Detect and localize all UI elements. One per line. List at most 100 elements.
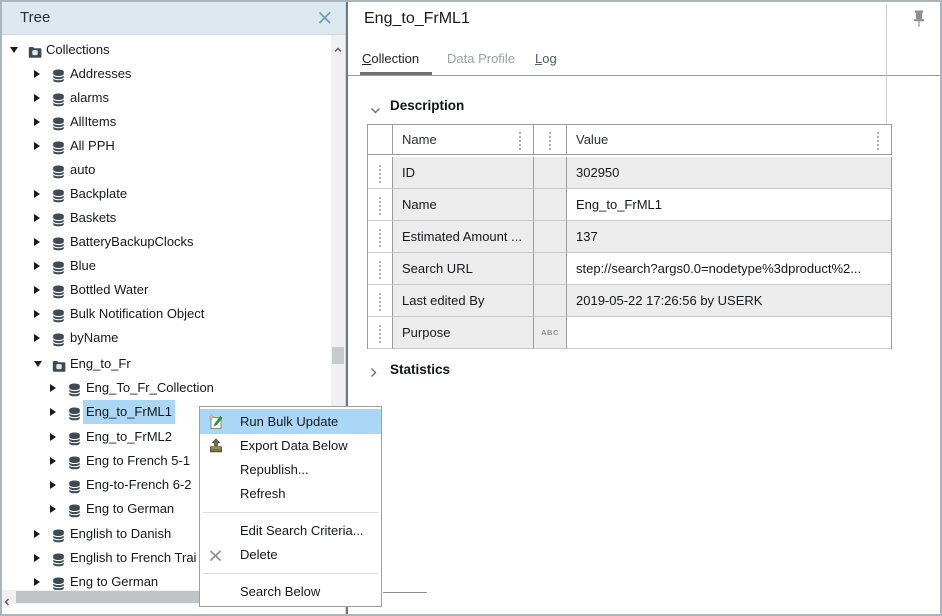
- row-drag-icon[interactable]: [379, 333, 381, 335]
- column-menu-icon[interactable]: [519, 140, 521, 142]
- tree-item-label[interactable]: Blue: [67, 254, 99, 278]
- row-handle[interactable]: [368, 253, 393, 285]
- row-drag-icon[interactable]: [379, 301, 381, 303]
- column-menu-icon[interactable]: [549, 140, 551, 142]
- expander-collapsed-icon[interactable]: [34, 94, 40, 102]
- row-value[interactable]: Eng_to_FrML1: [567, 189, 892, 221]
- chevron-down-icon[interactable]: [370, 102, 381, 117]
- row-handle[interactable]: [368, 157, 393, 189]
- row-value[interactable]: 2019-05-22 17:26:56 by USERK: [567, 285, 892, 317]
- expander-collapsed-icon[interactable]: [50, 505, 56, 513]
- row-handle[interactable]: [368, 285, 393, 317]
- tree-item-label[interactable]: byName: [67, 326, 121, 350]
- table-header-name[interactable]: Name: [393, 125, 534, 155]
- tree-item-allitems[interactable]: AllItems: [2, 110, 331, 134]
- tree-item-label[interactable]: alarms: [67, 86, 112, 110]
- tree-item-addresses[interactable]: Addresses: [2, 62, 331, 86]
- tree-item-label[interactable]: Eng to German: [83, 497, 177, 521]
- tab-log[interactable]: Log: [535, 51, 557, 66]
- row-drag-icon[interactable]: [379, 237, 381, 239]
- tree-item-label[interactable]: Eng_to_Fr: [67, 352, 134, 376]
- expander-collapsed-icon[interactable]: [34, 142, 40, 150]
- expander-collapsed-icon[interactable]: [34, 190, 40, 198]
- row-handle[interactable]: [368, 317, 393, 349]
- row-handle[interactable]: [368, 189, 393, 221]
- pin-icon[interactable]: [912, 10, 926, 30]
- tree-item-label[interactable]: Baskets: [67, 206, 119, 230]
- menu-item-search-below[interactable]: Search Below: [200, 580, 381, 604]
- tree-item-label[interactable]: English to French Trai: [67, 546, 199, 570]
- tree-item-batterybackupclocks[interactable]: BatteryBackupClocks: [2, 230, 331, 254]
- row-value[interactable]: step://search?args0.0=nodetype%3dproduct…: [567, 253, 892, 285]
- close-icon[interactable]: [317, 10, 333, 26]
- tree-item-bulk-notification-object[interactable]: Bulk Notification Object: [2, 302, 331, 326]
- tree-item-label[interactable]: English to Danish: [67, 522, 174, 546]
- row-value[interactable]: 137: [567, 221, 892, 253]
- tree-item-byname[interactable]: byName: [2, 326, 331, 350]
- row-drag-icon[interactable]: [379, 205, 381, 207]
- tree-item-bottled-water[interactable]: Bottled Water: [2, 278, 331, 302]
- scroll-up-icon[interactable]: [334, 40, 342, 58]
- menu-item-delete[interactable]: Delete: [200, 543, 381, 567]
- table-header-type[interactable]: [534, 125, 567, 155]
- tree-item-auto[interactable]: auto: [2, 158, 331, 182]
- tree-item-alarms[interactable]: alarms: [2, 86, 331, 110]
- tree-item-label[interactable]: Backplate: [67, 182, 130, 206]
- description-section-header[interactable]: Description: [348, 98, 940, 118]
- tree-item-eng-to-fr[interactable]: Eng_to_Fr: [2, 352, 331, 376]
- menu-item-export-data-below[interactable]: Export Data Below: [200, 434, 381, 458]
- table-header-value[interactable]: Value: [567, 125, 892, 155]
- tree-item-label[interactable]: Eng to French 5-1: [83, 449, 193, 473]
- expander-collapsed-icon[interactable]: [50, 408, 56, 416]
- column-menu-icon[interactable]: [877, 140, 879, 142]
- tree-item-label[interactable]: Addresses: [67, 62, 134, 86]
- tree-item-label-selected[interactable]: Eng_to_FrML1: [83, 400, 175, 424]
- tree-item-label[interactable]: Eng_To_Fr_Collection: [83, 376, 217, 400]
- tree-item-label[interactable]: Eng-to-French 6-2: [83, 473, 195, 497]
- expander-collapsed-icon[interactable]: [34, 214, 40, 222]
- statistics-section-header[interactable]: Statistics: [348, 362, 940, 382]
- expander-collapsed-icon[interactable]: [50, 481, 56, 489]
- tree-item-baskets[interactable]: Baskets: [2, 206, 331, 230]
- expander-collapsed-icon[interactable]: [50, 457, 56, 465]
- tree-item-eng-to-fr-collection[interactable]: Eng_To_Fr_Collection: [2, 376, 331, 400]
- expander-collapsed-icon[interactable]: [34, 70, 40, 78]
- expander-collapsed-icon[interactable]: [34, 310, 40, 318]
- tree-item-label[interactable]: AllItems: [67, 110, 119, 134]
- menu-item-republish[interactable]: Republish...: [200, 458, 381, 482]
- menu-item-refresh[interactable]: Refresh: [200, 482, 381, 506]
- expander-collapsed-icon[interactable]: [34, 578, 40, 586]
- scroll-left-icon[interactable]: [4, 593, 10, 611]
- menu-item-edit-search-criteria[interactable]: Edit Search Criteria...: [200, 519, 381, 543]
- menu-item-run-bulk-update[interactable]: Run Bulk Update: [200, 409, 381, 434]
- tree-item-label[interactable]: All PPH: [67, 134, 118, 158]
- expander-collapsed-icon[interactable]: [34, 530, 40, 538]
- expander-collapsed-icon[interactable]: [34, 238, 40, 246]
- tree-item-label[interactable]: BatteryBackupClocks: [67, 230, 197, 254]
- tab-data-profile[interactable]: Data Profile: [447, 51, 515, 66]
- expander-collapsed-icon[interactable]: [34, 118, 40, 126]
- tree-item-backplate[interactable]: Backplate: [2, 182, 331, 206]
- expander-collapsed-icon[interactable]: [50, 384, 56, 392]
- tree-item-all-pph[interactable]: All PPH: [2, 134, 331, 158]
- expander-collapsed-icon[interactable]: [34, 262, 40, 270]
- row-drag-icon[interactable]: [379, 173, 381, 175]
- tree-item-label[interactable]: Eng_to_FrML2: [83, 425, 175, 449]
- section-label[interactable]: Statistics: [390, 362, 450, 377]
- tree-item-label[interactable]: Bottled Water: [67, 278, 151, 302]
- tree-item-blue[interactable]: Blue: [2, 254, 331, 278]
- expander-collapsed-icon[interactable]: [34, 554, 40, 562]
- tree-item-label[interactable]: auto: [67, 158, 98, 182]
- chevron-right-icon[interactable]: [370, 366, 377, 381]
- row-handle[interactable]: [368, 221, 393, 253]
- tree-item-label[interactable]: Collections: [43, 38, 113, 62]
- expander-expanded-icon[interactable]: [10, 47, 18, 53]
- tree-item-collections[interactable]: Collections: [2, 38, 331, 62]
- tree-item-label[interactable]: Bulk Notification Object: [67, 302, 207, 326]
- row-value[interactable]: 302950: [567, 157, 892, 189]
- row-value[interactable]: [567, 317, 892, 349]
- tree-vertical-scrollbar-thumb[interactable]: [332, 347, 344, 364]
- expander-expanded-icon[interactable]: [34, 361, 42, 367]
- expander-collapsed-icon[interactable]: [50, 433, 56, 441]
- expander-collapsed-icon[interactable]: [34, 286, 40, 294]
